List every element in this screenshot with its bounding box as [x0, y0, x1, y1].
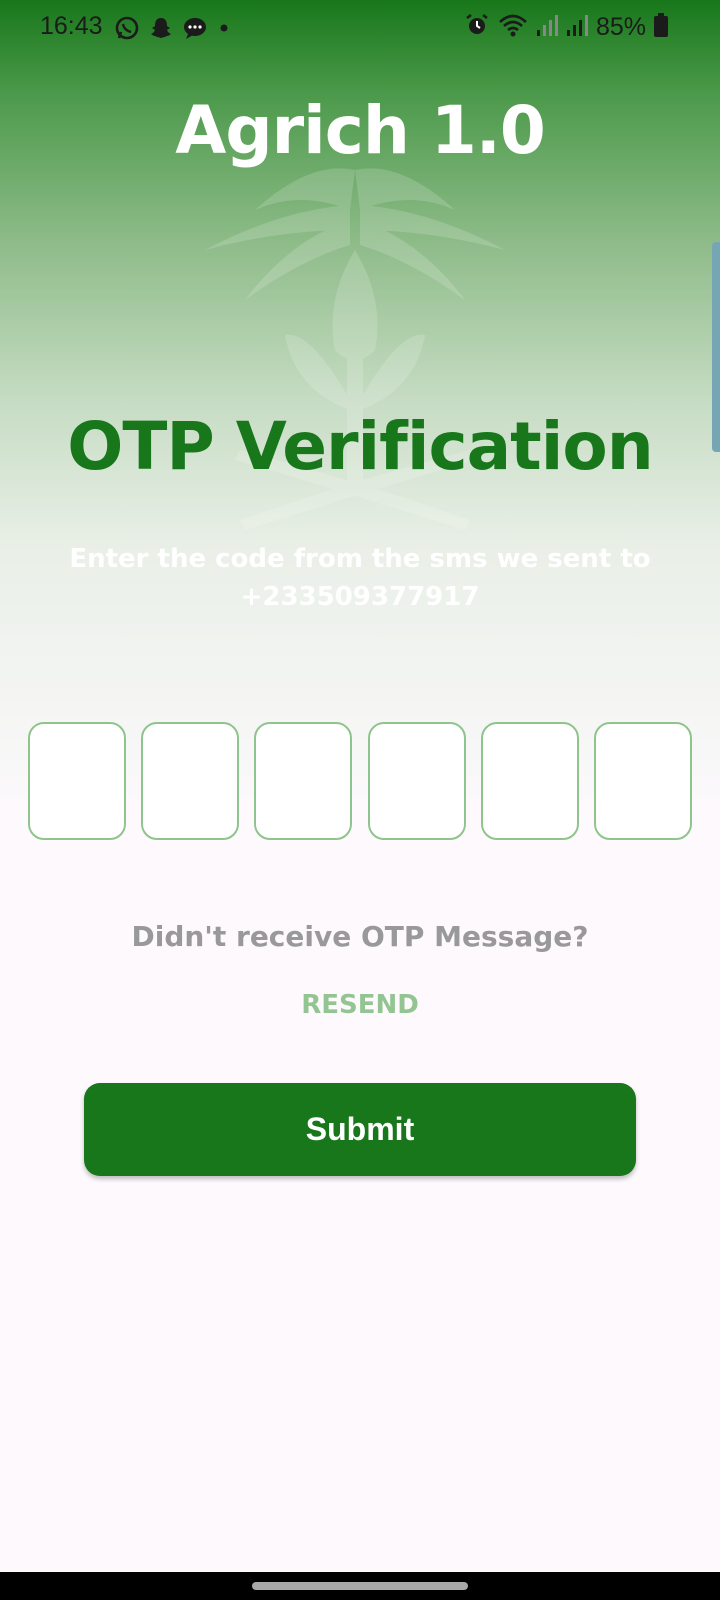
wifi-icon: [498, 12, 528, 42]
notification-icons: [114, 15, 232, 45]
status-time: 16:43: [40, 12, 103, 40]
alarm-icon: [464, 12, 490, 42]
otp-instruction: Enter the code from the sms we sent to +…: [69, 544, 651, 612]
resend-question: Didn't receive OTP Message?: [131, 920, 589, 953]
otp-heading: OTP Verification: [67, 408, 653, 485]
otp-digit-1[interactable]: [28, 722, 126, 840]
system-status-icons: 85%: [464, 12, 668, 42]
otp-digit-5[interactable]: [480, 722, 579, 840]
dot-icon: [216, 15, 232, 45]
signal-icon: [536, 12, 558, 42]
home-gesture-handle[interactable]: [252, 1582, 468, 1590]
resend-link[interactable]: RESEND: [0, 990, 720, 1020]
signal-icon: [566, 12, 588, 42]
otp-digit-6[interactable]: [593, 722, 692, 840]
otp-digit-2[interactable]: [141, 722, 240, 840]
otp-input-row: [28, 722, 692, 840]
message-icon: [182, 15, 208, 45]
battery-icon: [654, 13, 668, 41]
navigation-bar: [0, 1572, 720, 1600]
battery-percentage: 85%: [595, 12, 646, 41]
submit-button[interactable]: Submit: [84, 1083, 636, 1176]
status-bar: 16:43 85%: [0, 0, 720, 60]
otp-digit-3[interactable]: [254, 722, 353, 840]
app-title: Agrich 1.0: [175, 92, 546, 169]
snapchat-icon: [148, 15, 174, 45]
otp-digit-4[interactable]: [367, 722, 466, 840]
whatsapp-icon: [114, 15, 140, 45]
scroll-handle[interactable]: [712, 242, 720, 452]
